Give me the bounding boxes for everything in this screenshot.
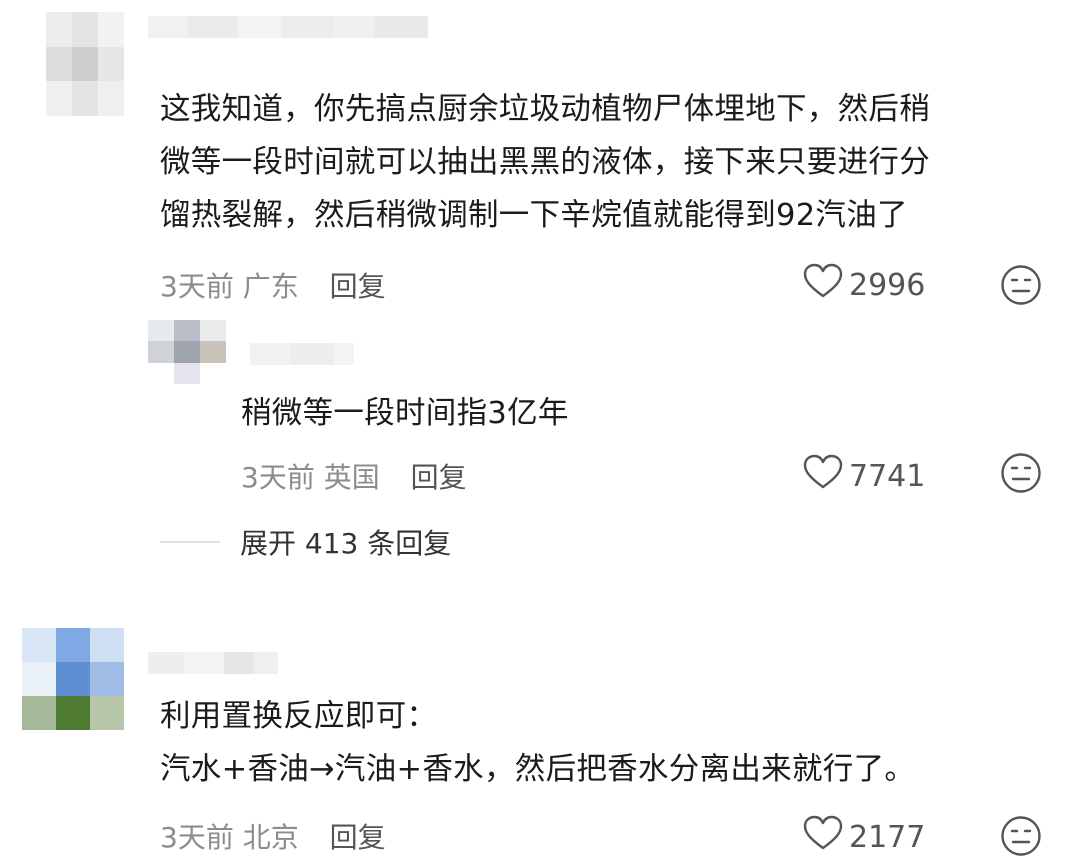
like-count: 2177 <box>849 819 926 855</box>
comment-location: 广东 <box>242 270 299 303</box>
comment-meta: 3天前 广东 回复 <box>160 265 386 305</box>
comment-line: 微等一段时间就可以抽出黑黑的液体，接下来只要进行分 <box>160 145 930 180</box>
reply-button[interactable]: 回复 <box>330 270 386 303</box>
heart-icon <box>803 815 849 859</box>
reply-location: 英国 <box>323 461 380 494</box>
divider-line <box>160 541 220 543</box>
like-button[interactable]: 2996 <box>803 263 925 307</box>
username-blurred[interactable] <box>148 652 278 674</box>
dislike-button[interactable] <box>1000 264 1042 310</box>
reply-avatar[interactable] <box>148 320 226 384</box>
expand-replies-label[interactable]: 展开 413 条回复 <box>240 522 451 562</box>
like-button[interactable]: 2177 <box>803 815 925 859</box>
comment-time: 3天前 <box>160 270 234 303</box>
comment-line: 馏热裂解，然后稍微调制一下辛烷值就能得到92汽油了 <box>160 198 908 233</box>
meh-face-icon <box>1001 265 1041 305</box>
reply-like-button[interactable]: 7741 <box>803 454 925 498</box>
meh-face-icon <box>1001 816 1041 856</box>
reply-dislike-button[interactable] <box>1000 452 1042 498</box>
comment-meta: 3天前 北京 回复 <box>160 816 386 856</box>
reply-meta: 3天前 英国 回复 <box>241 456 467 496</box>
expand-replies-button[interactable]: 展开 413 条回复 <box>160 522 451 562</box>
reply-time: 3天前 <box>241 461 315 494</box>
like-count: 2996 <box>849 267 926 303</box>
heart-icon <box>803 263 849 307</box>
heart-icon <box>803 454 849 498</box>
comment-line: 汽水+香油→汽油+香水，然后把香水分离出来就行了。 <box>160 752 916 787</box>
comment-line: 利用置换反应即可： <box>160 699 438 734</box>
username-blurred[interactable] <box>148 16 428 38</box>
comment-text: 利用置换反应即可： 汽水+香油→汽油+香水，然后把香水分离出来就行了。 <box>160 690 915 796</box>
avatar[interactable] <box>46 12 124 116</box>
dislike-button[interactable] <box>1000 815 1042 861</box>
reply-text: 稍微等一段时间指3亿年 <box>241 387 569 440</box>
reply-username-blurred[interactable] <box>250 343 354 365</box>
comment-location: 北京 <box>242 821 299 854</box>
comment-time: 3天前 <box>160 821 234 854</box>
comment-text: 这我知道，你先搞点厨余垃圾动植物尸体埋地下，然后稍 微等一段时间就可以抽出黑黑的… <box>160 83 930 242</box>
reply-line: 稍微等一段时间指3亿年 <box>241 396 569 431</box>
meh-face-icon <box>1001 453 1041 493</box>
avatar[interactable] <box>22 628 124 730</box>
like-count: 7741 <box>849 458 926 494</box>
reply-button[interactable]: 回复 <box>411 461 467 494</box>
comment-line: 这我知道，你先搞点厨余垃圾动植物尸体埋地下，然后稍 <box>160 92 930 127</box>
reply-button[interactable]: 回复 <box>330 821 386 854</box>
